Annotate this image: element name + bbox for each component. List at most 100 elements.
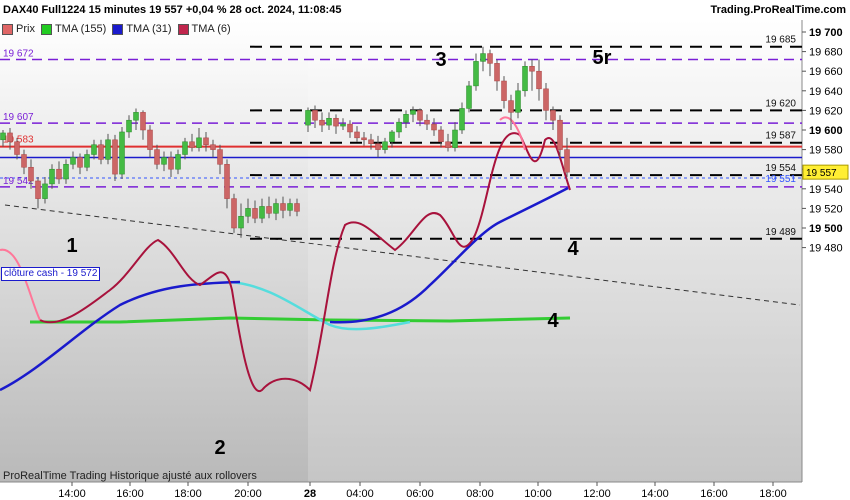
candle-body — [84, 154, 90, 168]
candle-body — [424, 119, 430, 125]
candle-body — [196, 137, 202, 148]
candle-body — [431, 123, 437, 131]
candle-body — [368, 139, 374, 144]
candle-body — [98, 144, 104, 160]
level-label: 19 587 — [765, 131, 796, 142]
cash-close-label: clôture cash - 19 572 — [1, 267, 101, 281]
level-label: 19 672 — [3, 48, 34, 59]
candle-body — [21, 154, 27, 168]
candle-body — [224, 164, 230, 199]
candle-body — [56, 168, 62, 180]
candle-body — [168, 157, 174, 170]
y-tick-label: 19 700 — [809, 27, 843, 39]
candle-body — [287, 203, 293, 211]
legend-label: TMA (31) — [126, 23, 172, 35]
candle-body — [14, 141, 20, 155]
candle-body — [494, 63, 500, 82]
candle-body — [382, 141, 388, 150]
candle-body — [487, 53, 493, 64]
candle-body — [161, 157, 167, 165]
candle-body — [410, 110, 416, 115]
tma31-swatch-icon — [112, 23, 124, 35]
candle-body — [361, 137, 367, 141]
y-tick-label: 19 660 — [809, 66, 843, 78]
legend-label: TMA (6) — [191, 23, 231, 35]
candle-body — [266, 206, 272, 214]
legend-item-tma31[interactable]: TMA (31) — [112, 23, 172, 35]
y-tick-label: 19 540 — [809, 184, 843, 196]
price-swatch-icon — [2, 23, 13, 35]
candle-body — [126, 119, 132, 133]
candle-body — [536, 70, 542, 90]
legend-item-price[interactable]: Prix — [2, 23, 35, 35]
candle-body — [340, 123, 346, 127]
legend-label: TMA (155) — [54, 23, 107, 35]
candle-body — [389, 131, 395, 143]
candle-body — [245, 208, 251, 217]
level-label: 19 551 — [765, 174, 796, 185]
x-tick-label: 06:00 — [406, 488, 434, 500]
candle-body — [452, 129, 458, 148]
candle-body — [112, 139, 118, 175]
x-tick-label: 04:00 — [346, 488, 374, 500]
candle-body — [273, 203, 279, 214]
level-label: 19 620 — [765, 98, 796, 109]
y-tick-label: 19 580 — [809, 145, 843, 157]
tma6-swatch-icon — [177, 23, 189, 35]
x-tick-label: 08:00 — [466, 488, 494, 500]
candle-body — [466, 85, 472, 109]
candle-body — [105, 139, 111, 160]
wave-label: 3 — [435, 49, 446, 71]
candle-body — [326, 117, 332, 126]
y-tick-label: 19 500 — [809, 223, 843, 235]
candle-body — [49, 168, 55, 185]
candle-body — [91, 144, 97, 155]
candle-body — [259, 206, 265, 219]
level-label: 19 607 — [3, 112, 34, 123]
candle-body — [396, 121, 402, 133]
candle-body — [0, 132, 6, 141]
y-tick-label: 19 680 — [809, 47, 843, 59]
price-chart: 19 700 19 680 19 660 19 640 19 620 19 600 19 5… — [0, 0, 850, 500]
wave-label: 2 — [214, 437, 225, 459]
y-tick-label: 19 640 — [809, 86, 843, 98]
tma155-swatch-icon — [40, 23, 52, 35]
candle-body — [550, 110, 556, 121]
x-tick-label: 20:00 — [234, 488, 262, 500]
candle-body — [63, 164, 69, 180]
candle-body — [480, 53, 486, 62]
candle-body — [438, 129, 444, 143]
source-label: Trading.ProRealTime.com — [710, 4, 846, 16]
level-label: 19 554 — [765, 163, 796, 174]
candle-body — [333, 117, 339, 127]
y-tick-label: 19 620 — [809, 105, 843, 117]
candle-body — [154, 149, 160, 165]
candle-body — [189, 141, 195, 148]
y-tick-label: 19 480 — [809, 243, 843, 255]
candle-body — [445, 141, 451, 148]
candle-body — [522, 66, 528, 92]
candle-body — [347, 123, 353, 133]
candle-body — [543, 88, 549, 111]
candle-body — [508, 100, 514, 113]
legend: Prix TMA (155) TMA (31) TMA (6) — [2, 23, 231, 35]
x-tick-label: 18:00 — [174, 488, 202, 500]
candle-body — [564, 149, 570, 173]
x-tick-label: 10:00 — [524, 488, 552, 500]
footer-note: ProRealTime Trading Historique ajusté au… — [3, 470, 257, 482]
candle-body — [529, 66, 535, 72]
legend-item-tma155[interactable]: TMA (155) — [40, 23, 107, 35]
candle-body — [557, 119, 563, 150]
candle-body — [403, 114, 409, 123]
level-label: 19 489 — [765, 227, 796, 238]
last-price-label: 19 557 — [806, 168, 837, 179]
candle-body — [305, 110, 311, 126]
y-tick-label: 19 520 — [809, 203, 843, 215]
candle-body — [473, 61, 479, 87]
legend-item-tma6[interactable]: TMA (6) — [177, 23, 231, 35]
candle-body — [231, 198, 237, 229]
candle-body — [252, 208, 258, 219]
candle-body — [140, 112, 146, 131]
candle-body — [77, 157, 83, 168]
chart-title: DAX40 Full1224 15 minutes 19 557 +0,04 %… — [3, 4, 342, 16]
